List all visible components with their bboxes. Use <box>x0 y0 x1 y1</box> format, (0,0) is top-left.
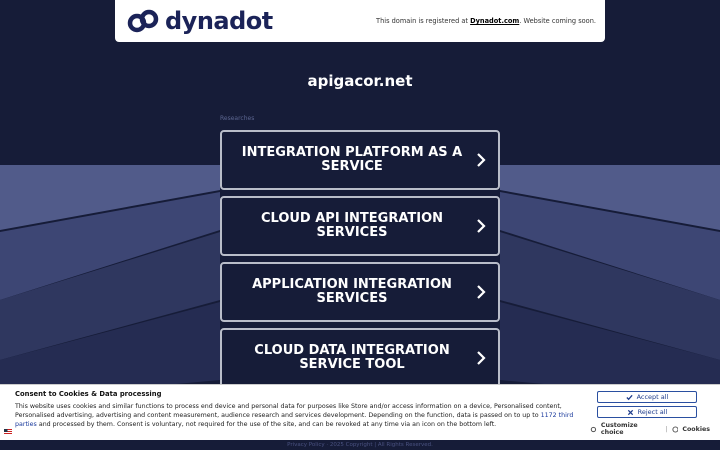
link-label: INTEGRATION PLATFORM AS A SERVICE <box>241 145 463 174</box>
link-button-app-integration[interactable]: APPLICATION INTEGRATION SERVICES <box>220 262 500 322</box>
dynadot-link[interactable]: Dynadot.com <box>470 17 519 25</box>
note-suffix: . Website coming soon. <box>519 17 596 25</box>
link-label: CLOUD DATA INTEGRATION SERVICE TOOL <box>254 343 450 372</box>
researches-label: Researches <box>220 115 255 122</box>
reject-all-label: Reject all <box>637 408 668 416</box>
footer-copyright: Privacy Policy · 2025 Copyright | All Ri… <box>287 442 433 448</box>
cookie-text-part2: and processed by them. Consent is volunt… <box>36 421 497 428</box>
related-links: INTEGRATION PLATFORM AS A SERVICE CLOUD … <box>220 130 500 394</box>
check-icon <box>625 394 633 400</box>
chevron-right-icon <box>477 285 486 299</box>
chevron-right-icon <box>477 153 486 167</box>
cookie-consent-banner: Consent to Cookies & Data processing Thi… <box>0 384 720 440</box>
domain-title: apigacor.net <box>307 72 413 90</box>
chevron-right-icon <box>477 351 486 365</box>
cookie-text: This website uses cookies and similar fu… <box>15 402 585 429</box>
link-label: APPLICATION INTEGRATION SERVICES <box>252 277 452 306</box>
cookies-link[interactable]: Cookies <box>682 426 710 433</box>
note-prefix: This domain is registered at <box>376 17 471 25</box>
link-button-cloud-api[interactable]: CLOUD API INTEGRATION SERVICES <box>220 196 500 256</box>
dynadot-logo[interactable]: dynadot <box>127 5 273 37</box>
logo-text: dynadot <box>165 7 273 35</box>
cookie-title: Consent to Cookies & Data processing <box>15 390 162 398</box>
cookie-icon <box>671 425 678 433</box>
chevron-right-icon <box>477 219 486 233</box>
registration-note: This domain is registered at Dynadot.com… <box>376 17 596 25</box>
gear-icon <box>590 426 597 432</box>
link-button-ipaas[interactable]: INTEGRATION PLATFORM AS A SERVICE <box>220 130 500 190</box>
separator: | <box>665 425 668 433</box>
header-bar: dynadot This domain is registered at Dyn… <box>115 0 605 42</box>
close-icon <box>627 409 633 415</box>
us-flag-icon[interactable] <box>4 429 12 435</box>
reject-all-button[interactable]: Reject all <box>597 406 697 418</box>
customize-choice-link[interactable]: Customize choice <box>601 422 662 436</box>
cookie-text-part1: This website uses cookies and similar fu… <box>15 403 562 419</box>
accept-all-label: Accept all <box>636 393 669 401</box>
accept-all-button[interactable]: Accept all <box>597 391 697 403</box>
dynadot-logo-icon <box>127 9 159 33</box>
link-button-cloud-data[interactable]: CLOUD DATA INTEGRATION SERVICE TOOL <box>220 328 500 388</box>
cookie-options: Customize choice | Cookies <box>590 422 710 436</box>
link-label: CLOUD API INTEGRATION SERVICES <box>260 211 444 240</box>
